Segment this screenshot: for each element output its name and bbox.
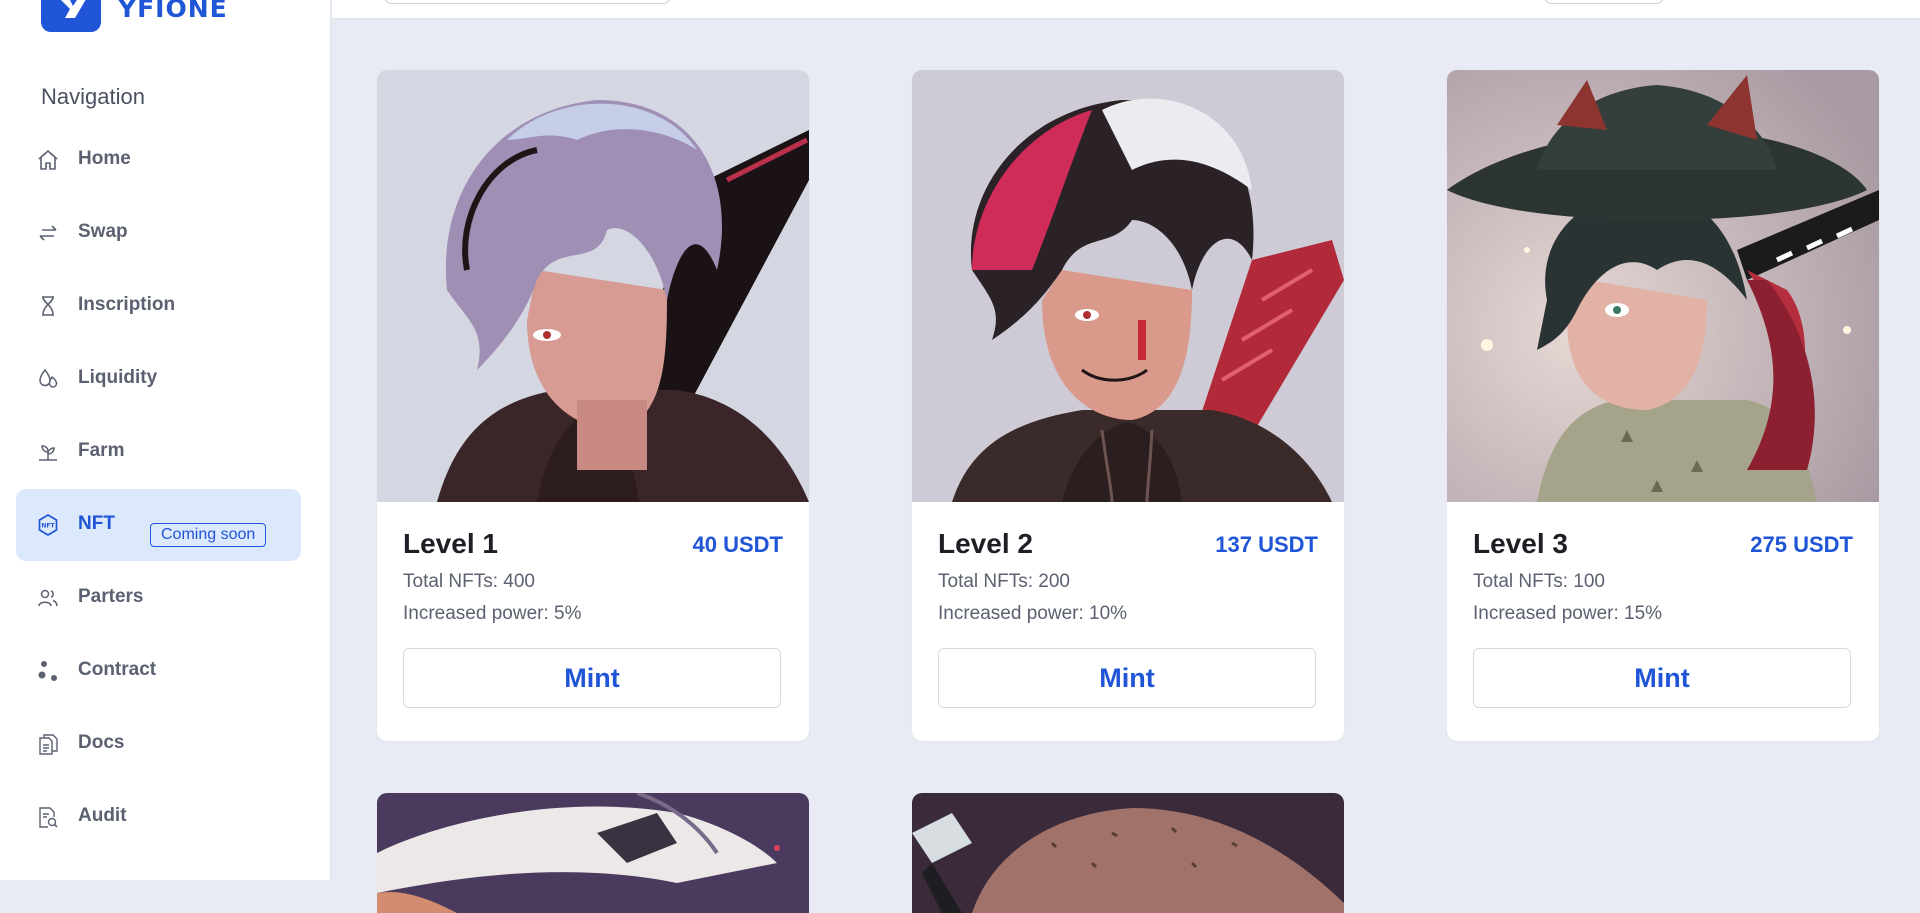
audit-icon	[39, 807, 58, 828]
mint-button[interactable]: Mint	[403, 648, 781, 708]
sidebar-item-swap[interactable]: Swap	[16, 197, 301, 269]
nft-card-level-1: Level 1 40 USDT Total NFTs: 400 Increase…	[377, 70, 809, 741]
svg-text:NFT: NFT	[41, 523, 55, 530]
sidebar-item-home[interactable]: Home	[16, 124, 301, 196]
farm-icon	[39, 445, 57, 461]
search-input[interactable]	[384, 0, 671, 4]
sidebar-item-docs[interactable]: Docs	[16, 708, 301, 780]
nft-image	[912, 70, 1344, 502]
sidebar-item-audit[interactable]: Audit	[16, 781, 301, 853]
nft-card-level-3: Level 3 275 USDT Total NFTs: 100 Increas…	[1447, 70, 1879, 741]
logo[interactable]	[41, 0, 101, 32]
connect-wallet-button[interactable]	[1544, 0, 1664, 4]
users-icon	[38, 589, 58, 607]
mint-button[interactable]: Mint	[1473, 648, 1851, 708]
sidebar-item-label: Docs	[78, 732, 125, 753]
nft-card-level-5	[912, 793, 1344, 913]
sidebar-item-label: Audit	[78, 805, 127, 826]
sidebar-item-liquidity[interactable]: Liquidity	[16, 343, 301, 415]
sidebar-item-label: Home	[78, 148, 131, 169]
coming-soon-badge: Coming soon	[150, 523, 267, 547]
increased-power: Increased power: 15%	[1473, 603, 1663, 624]
card-title: Level 1	[403, 528, 498, 559]
swap-icon	[39, 225, 57, 241]
nft-image	[377, 793, 809, 913]
total-nfts: Total NFTs: 400	[403, 571, 535, 592]
sidebar-item-label: Liquidity	[78, 367, 158, 388]
nav-heading: Navigation	[41, 84, 145, 109]
card-price: 275 USDT	[1750, 532, 1853, 557]
logo-icon	[61, 0, 86, 18]
sidebar-item-inscription[interactable]: Inscription	[16, 270, 301, 342]
nft-icon: NFT	[38, 514, 58, 536]
sidebar-item-label: Contract	[78, 659, 157, 680]
top-bar	[332, 0, 1920, 19]
sidebar-item-label: Inscription	[78, 294, 176, 315]
sidebar-item-label: Farm	[78, 440, 125, 461]
sidebar-item-nft[interactable]: NFT NFT Coming soon	[16, 489, 301, 561]
nft-card-level-2: Level 2 137 USDT Total NFTs: 200 Increas…	[912, 70, 1344, 741]
hourglass-icon	[42, 296, 54, 316]
contract-icon	[38, 661, 57, 681]
nft-image	[377, 70, 809, 502]
sidebar-item-label: Parters	[78, 586, 144, 607]
nft-image	[1447, 70, 1879, 502]
home-icon	[38, 150, 58, 170]
card-price: 137 USDT	[1215, 532, 1318, 557]
sidebar-item-farm[interactable]: Farm	[16, 416, 301, 488]
brand-name: YFIONE	[118, 0, 228, 23]
sidebar-item-label: NFT	[78, 513, 115, 534]
nft-card-level-4	[377, 793, 809, 913]
increased-power: Increased power: 5%	[403, 603, 582, 624]
increased-power: Increased power: 10%	[938, 603, 1128, 624]
card-price: 40 USDT	[692, 532, 783, 557]
card-title: Level 3	[1473, 528, 1568, 559]
sidebar-item-label: Swap	[78, 221, 128, 242]
total-nfts: Total NFTs: 100	[1473, 571, 1605, 592]
docs-icon	[39, 734, 58, 755]
card-title: Level 2	[938, 528, 1033, 559]
mint-button[interactable]: Mint	[938, 648, 1316, 708]
sidebar-item-parters[interactable]: Parters	[16, 562, 301, 634]
nft-image	[912, 793, 1344, 913]
liquidity-icon	[39, 368, 58, 388]
total-nfts: Total NFTs: 200	[938, 571, 1070, 592]
sidebar: YFIONE Navigation Home Swap Inscription …	[0, 0, 331, 880]
sidebar-item-contract[interactable]: Contract	[16, 635, 301, 707]
